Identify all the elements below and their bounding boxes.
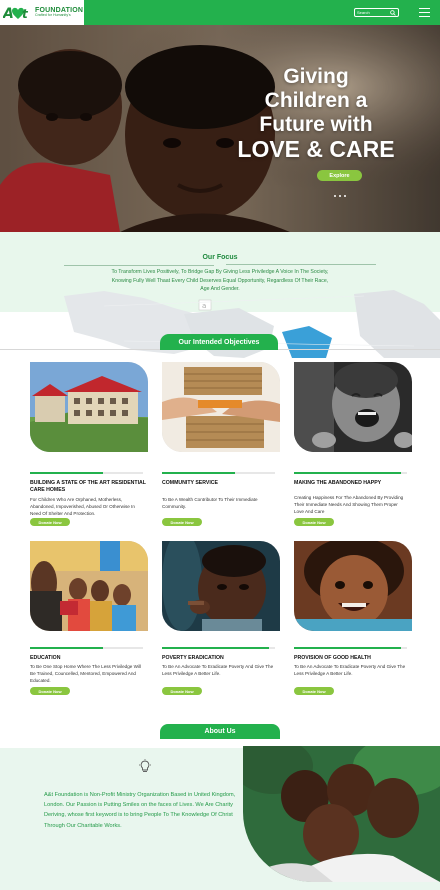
objective-title: PROVISION OF GOOD HEALTH xyxy=(294,655,371,661)
donate-now-button[interactable]: Donate Now xyxy=(30,518,70,526)
top-navigation-bar: A t FOUNDATION Crafted for Humanity's Se… xyxy=(0,0,440,25)
smiling-girl-photo xyxy=(294,541,412,631)
classroom-children-photo xyxy=(30,541,148,631)
objective-text: To Be A Wealth Contributor To Their Imme… xyxy=(162,497,258,509)
objective-title: POVERTY ERADICATION xyxy=(162,655,224,661)
progress-bar xyxy=(294,472,407,474)
about-title: About Us xyxy=(160,724,280,739)
objectives-title: Our Intended Objectives xyxy=(160,334,278,350)
progress-bar xyxy=(30,472,143,474)
donate-now-button[interactable]: Donate Now xyxy=(162,687,202,695)
focus-divider-right xyxy=(226,264,376,265)
about-text: A&t Foundation is Non-Profit Ministry Or… xyxy=(44,792,236,829)
objective-text: Creating Happiness For The Abandoned By … xyxy=(294,495,404,514)
focus-divider-left xyxy=(64,265,214,266)
hero-line-1: Giving xyxy=(283,65,349,88)
search-input[interactable]: Search xyxy=(354,8,399,17)
donate-now-button[interactable]: Donate Now xyxy=(294,687,334,695)
objective-text: To Be An Advocate To Eradicate Poverty A… xyxy=(162,664,274,676)
objective-text: For Children Who Are Orphaned, Motherles… xyxy=(30,497,135,516)
objective-title: COMMUNITY SERVICE xyxy=(162,480,219,486)
laughing-child-bw-photo xyxy=(294,362,412,452)
svg-text:A: A xyxy=(3,6,14,22)
children-group-photo xyxy=(243,746,440,882)
objective-text: To Be An Advocate To Eradicate Poverty A… xyxy=(294,664,406,676)
child-eating-photo xyxy=(162,541,280,631)
donate-now-button[interactable]: Donate Now xyxy=(294,518,334,526)
hero-headline: Giving Children a Future with LOVE & CAR… xyxy=(216,65,416,161)
explore-button[interactable]: Explore xyxy=(317,170,362,181)
search-icon[interactable] xyxy=(390,9,396,16)
logo-tagline: Crafted for Humanity's xyxy=(35,13,71,18)
progress-bar xyxy=(294,647,407,649)
hero-line-4: LOVE & CARE xyxy=(237,136,395,162)
focus-title: Our Focus xyxy=(202,254,238,261)
progress-bar xyxy=(162,472,275,474)
donate-now-button[interactable]: Donate Now xyxy=(30,687,70,695)
hamburger-menu-icon[interactable] xyxy=(419,8,430,17)
svg-text:t: t xyxy=(22,7,29,21)
svg-text:a: a xyxy=(202,302,206,310)
progress-bar xyxy=(162,647,275,649)
care-home-building-photo xyxy=(30,362,148,452)
objective-title: BUILDING A STATE OF THE ART RESIDENTIAL … xyxy=(30,480,146,493)
logo[interactable]: A t FOUNDATION Crafted for Humanity's xyxy=(0,0,84,25)
light-bulb-icon xyxy=(139,759,151,772)
objective-title: EDUCATION xyxy=(30,655,61,661)
page: { "header": { "logo_name": "FOUNDATION",… xyxy=(0,0,440,890)
search-placeholder: Search xyxy=(357,10,370,15)
objective-title: MAKING THE ABANDONED HAPPY xyxy=(294,480,382,486)
donate-now-button[interactable]: Donate Now xyxy=(162,518,202,526)
progress-bar xyxy=(30,647,143,649)
community-service-photo xyxy=(162,362,280,452)
hero-banner: Giving Children a Future with LOVE & CAR… xyxy=(0,25,440,232)
objective-text: To Be One Stop Home Where The Less Privi… xyxy=(30,664,141,683)
hero-line-3: Future with xyxy=(259,113,373,136)
slider-dots[interactable] xyxy=(334,195,346,197)
hero-line-2: Children a xyxy=(264,89,368,112)
heart-logo-icon: A t xyxy=(3,6,29,22)
